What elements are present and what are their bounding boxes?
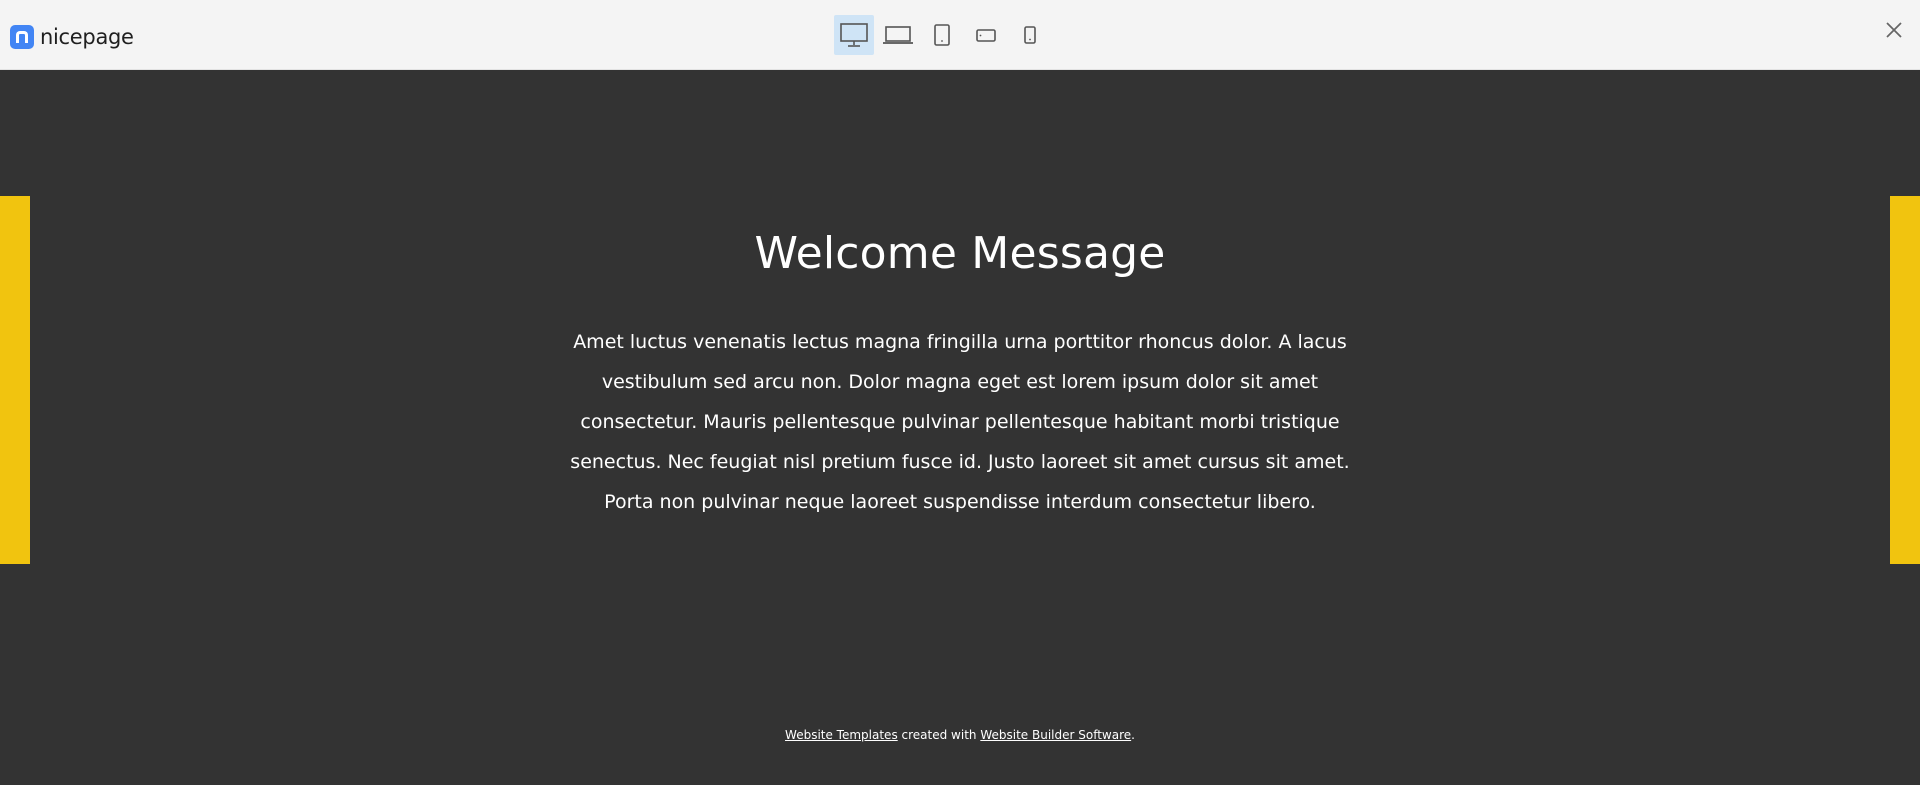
nicepage-logo[interactable]: nicepage (10, 24, 134, 50)
website-builder-software-link[interactable]: Website Builder Software (980, 728, 1131, 742)
welcome-body-text: Amet luctus venenatis lectus magna fring… (570, 331, 1350, 513)
preview-toolbar: nicepage (0, 0, 1920, 70)
desktop-view-button[interactable] (834, 15, 874, 55)
close-preview-button[interactable] (1882, 18, 1906, 42)
footer-end-text: . (1131, 728, 1135, 742)
brand-name: nicepage (40, 25, 134, 49)
welcome-heading: Welcome Message (754, 228, 1166, 279)
laptop-icon (883, 26, 913, 44)
phone-landscape-icon (976, 29, 996, 42)
nicepage-logo-icon (10, 25, 34, 49)
device-switcher (834, 15, 1054, 55)
close-icon (1886, 22, 1902, 38)
phone-portrait-view-button[interactable] (1010, 15, 1050, 55)
tablet-icon (934, 24, 950, 46)
footer-middle-text: created with (897, 728, 981, 742)
laptop-view-button[interactable] (878, 15, 918, 55)
website-templates-link[interactable]: Website Templates (785, 728, 898, 742)
desktop-icon (840, 23, 868, 47)
phone-portrait-icon (1024, 26, 1036, 44)
footer-credit: Website Templates created with Website B… (0, 728, 1920, 742)
tablet-view-button[interactable] (922, 15, 962, 55)
phone-landscape-view-button[interactable] (966, 15, 1006, 55)
